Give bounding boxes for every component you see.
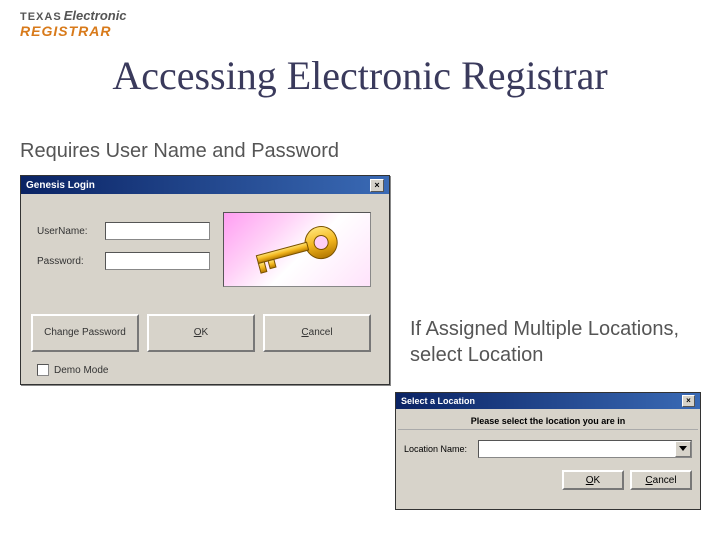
logo-line2: Electronic <box>64 8 127 23</box>
login-window-title: Genesis Login <box>26 180 95 191</box>
location-titlebar[interactable]: Select a Location × <box>396 393 700 409</box>
logo-line3: REGISTRAR <box>20 23 111 39</box>
location-dialog: Select a Location × Please select the lo… <box>395 392 701 510</box>
username-input[interactable] <box>105 222 210 240</box>
username-label: UserName: <box>37 226 105 237</box>
location-window-title: Select a Location <box>401 396 475 406</box>
close-icon[interactable]: × <box>370 179 384 192</box>
caption-multiple-locations: If Assigned Multiple Locations, select L… <box>410 316 700 368</box>
key-icon <box>242 222 352 277</box>
location-cancel-button[interactable]: CancelCancel <box>630 470 692 490</box>
demo-mode-label: Demo Mode <box>54 365 108 376</box>
location-name-label: Location Name: <box>404 444 472 454</box>
password-input[interactable] <box>105 252 210 270</box>
login-titlebar[interactable]: Genesis Login × <box>21 176 389 194</box>
logo-line1: TEXAS <box>20 11 62 23</box>
app-logo: TEXASElectronic REGISTRAR <box>20 8 127 40</box>
password-label: Password: <box>37 256 105 267</box>
subtitle: Requires User Name and Password <box>20 140 339 163</box>
cancel-button[interactable]: CancelCancel <box>263 314 371 352</box>
ok-button[interactable]: OOKK <box>147 314 255 352</box>
location-select[interactable] <box>478 440 692 458</box>
chevron-down-icon[interactable] <box>675 441 691 457</box>
close-icon[interactable]: × <box>682 395 695 407</box>
key-image <box>223 212 371 287</box>
page-title: Accessing Electronic Registrar <box>0 52 720 99</box>
location-ok-button[interactable]: OKOK <box>562 470 624 490</box>
demo-mode-checkbox[interactable] <box>37 364 49 376</box>
location-prompt: Please select the location you are in <box>398 409 698 430</box>
change-password-button[interactable]: Change Password <box>31 314 139 352</box>
login-dialog: Genesis Login × UserName: Password: <box>20 175 390 385</box>
